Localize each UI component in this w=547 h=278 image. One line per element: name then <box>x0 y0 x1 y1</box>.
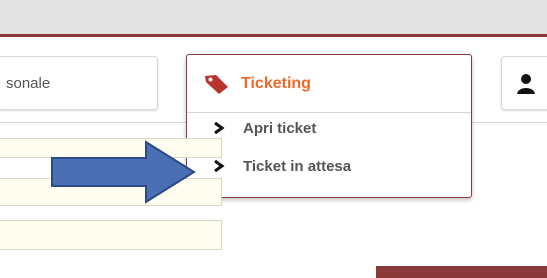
form-field[interactable] <box>0 220 222 250</box>
menu-item-apri-ticket[interactable]: Apri ticket <box>187 111 471 145</box>
footer-accent-box <box>376 266 547 278</box>
tag-icon <box>205 74 228 94</box>
user-icon <box>517 74 535 94</box>
chevron-right-icon <box>214 121 225 135</box>
ticketing-menu-title: Ticketing <box>241 74 311 92</box>
menu-item-ticket-in-attesa[interactable]: Ticket in attesa <box>187 149 471 183</box>
chevron-right-icon <box>214 159 225 173</box>
menu-item-label: Ticket in attesa <box>243 157 352 175</box>
tab-personale[interactable]: sonale <box>0 56 158 110</box>
top-strip <box>0 0 547 34</box>
tab-personale-label: sonale <box>6 74 51 92</box>
user-menu-button[interactable] <box>501 56 547 110</box>
ticketing-menu-header[interactable]: Ticketing <box>187 55 471 113</box>
menu-item-label: Apri ticket <box>243 119 317 137</box>
right-arrow-icon <box>51 140 196 204</box>
ticketing-menu: Ticketing Apri ticket Ticket in attesa <box>186 54 472 198</box>
